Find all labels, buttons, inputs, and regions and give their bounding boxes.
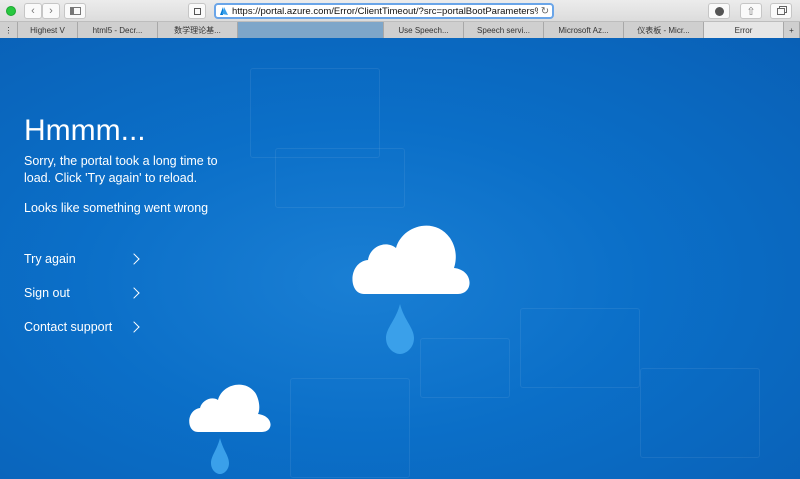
tab-active[interactable]: Error <box>704 22 784 38</box>
tab[interactable]: Microsoft Az... <box>544 22 624 38</box>
forward-button[interactable]: › <box>42 3 60 19</box>
try-again-link[interactable]: Try again <box>24 249 144 269</box>
reader-button[interactable] <box>188 3 206 19</box>
address-bar[interactable]: https://portal.azure.com/Error/ClientTim… <box>214 3 554 19</box>
url-text: https://portal.azure.com/Error/ClientTim… <box>232 5 538 17</box>
tab[interactable]: Use Speech... <box>384 22 464 38</box>
window-button[interactable] <box>6 6 16 16</box>
error-message: Sorry, the portal took a long time to lo… <box>24 154 218 185</box>
tabs-overview-button[interactable] <box>770 3 792 19</box>
background-decoration <box>640 368 760 458</box>
tab-bar: ⋮ Highest V html5 - Decr... 数学理论基... Use… <box>0 22 800 38</box>
downloads-button[interactable] <box>708 3 730 19</box>
error-sub-message: Looks like something went wrong <box>24 201 209 215</box>
background-decoration <box>290 378 410 478</box>
tab[interactable]: 数学理论基... <box>158 22 238 38</box>
chevron-right-icon <box>128 287 140 299</box>
browser-toolbar: ‹ › https://portal.azure.com/Error/Clien… <box>0 0 800 22</box>
download-icon <box>714 6 724 16</box>
chevron-right-icon <box>128 321 140 333</box>
azure-favicon-icon <box>220 7 228 15</box>
tab[interactable]: Speech servi... <box>464 22 544 38</box>
background-decoration <box>275 148 405 208</box>
error-page: Hmmm... Sorry, the portal took a long ti… <box>0 38 800 479</box>
raindrop-icon <box>386 304 414 354</box>
try-again-label: Try again <box>24 252 76 266</box>
reader-icon <box>193 7 201 15</box>
sidebar-icon <box>69 7 81 15</box>
reload-icon[interactable]: ↻ <box>538 6 552 17</box>
tab[interactable]: html5 - Decr... <box>78 22 158 38</box>
raindrop-icon <box>211 438 229 474</box>
share-icon: ⇧ <box>746 5 756 18</box>
tabs-icon <box>777 7 785 15</box>
background-decoration <box>250 68 380 158</box>
tab-bar-menu[interactable]: ⋮ <box>0 22 18 38</box>
contact-support-link[interactable]: Contact support <box>24 317 144 337</box>
tab[interactable]: Highest V <box>18 22 78 38</box>
error-title: Hmmm... <box>24 114 146 147</box>
small-cloud-icon <box>189 384 271 474</box>
sign-out-link[interactable]: Sign out <box>24 283 144 303</box>
contact-support-label: Contact support <box>24 320 113 334</box>
tab[interactable]: 仪表板 - Micr... <box>624 22 704 38</box>
cloud-icon <box>352 225 470 354</box>
new-tab-button[interactable]: + <box>784 22 800 38</box>
chevron-right-icon <box>128 253 140 265</box>
back-button[interactable]: ‹ <box>24 3 42 19</box>
background-decoration <box>520 308 640 388</box>
share-button[interactable]: ⇧ <box>740 3 762 19</box>
tab[interactable] <box>238 22 384 38</box>
sidebar-toggle-button[interactable] <box>64 3 86 19</box>
sign-out-label: Sign out <box>24 286 70 300</box>
